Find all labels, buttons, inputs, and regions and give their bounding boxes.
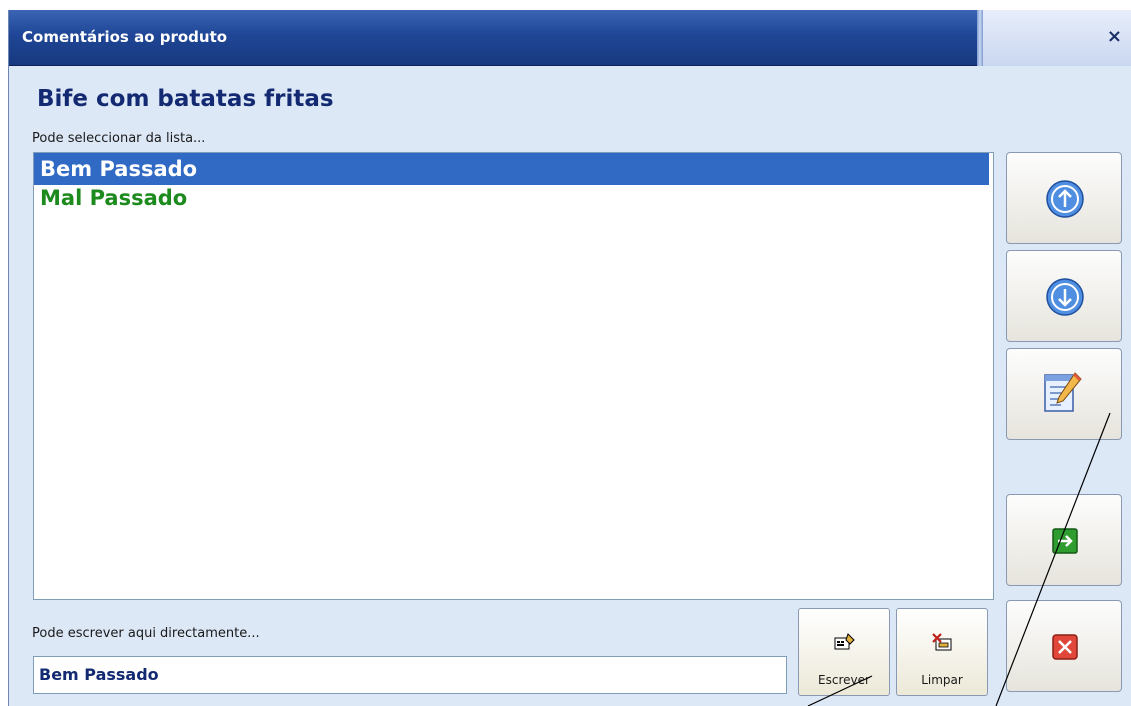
cancel-button[interactable] — [1006, 600, 1122, 692]
write-button[interactable]: Escrever — [798, 608, 890, 696]
close-red-icon — [1052, 634, 1078, 660]
arrow-up-icon — [1046, 180, 1084, 218]
window-title: Comentários ao produto — [22, 28, 228, 46]
confirm-button[interactable] — [1006, 494, 1122, 586]
arrow-down-icon — [1046, 278, 1084, 316]
comments-list[interactable]: Bem Passado Mal Passado — [33, 152, 994, 600]
product-title: Bife com batatas fritas — [37, 86, 334, 112]
move-down-button[interactable] — [1006, 250, 1122, 342]
comment-input[interactable]: Bem Passado — [33, 656, 787, 694]
list-label: Pode seleccionar da lista... — [32, 131, 206, 146]
comments-dialog: Comentários ao produto × Bife com batata… — [8, 10, 1131, 706]
clear-icon — [932, 633, 952, 651]
list-item[interactable]: Bem Passado — [34, 153, 989, 185]
close-area[interactable]: × — [983, 10, 1131, 66]
clear-button-label: Limpar — [921, 673, 963, 687]
notepad-edit-icon — [1044, 372, 1082, 412]
input-label: Pode escrever aqui directamente... — [32, 626, 260, 641]
write-icon — [834, 633, 855, 650]
close-icon[interactable]: × — [1107, 26, 1122, 47]
move-up-button[interactable] — [1006, 152, 1122, 244]
title-bar[interactable]: Comentários ao produto × — [9, 10, 1131, 66]
edit-note-button[interactable] — [1006, 348, 1122, 440]
clear-button[interactable]: Limpar — [896, 608, 988, 696]
list-item[interactable]: Mal Passado — [34, 185, 989, 211]
arrow-right-icon — [1052, 528, 1078, 554]
write-button-label: Escrever — [818, 673, 870, 687]
